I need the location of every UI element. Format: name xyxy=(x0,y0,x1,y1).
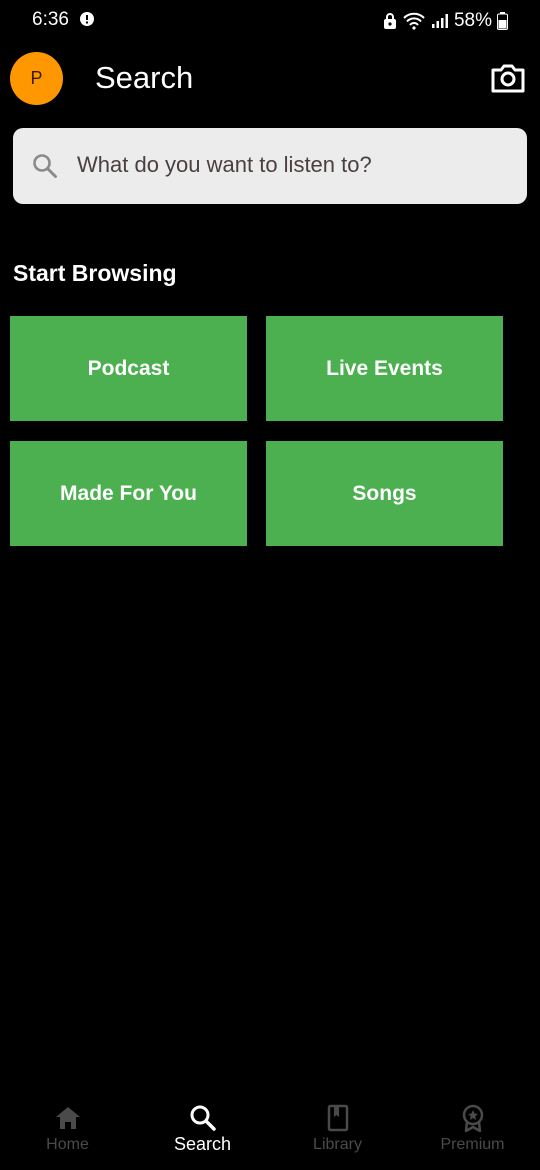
signal-icon xyxy=(431,14,448,28)
nav-label: Premium xyxy=(440,1136,505,1153)
category-tile-made-for-you[interactable]: Made For You xyxy=(10,441,247,546)
category-tile-podcast[interactable]: Podcast xyxy=(10,316,247,421)
avatar-initial: P xyxy=(30,68,43,88)
bottom-nav: Home Search Library Premium xyxy=(0,1090,540,1170)
nav-item-search[interactable]: Search xyxy=(135,1090,270,1170)
nav-label: Library xyxy=(313,1136,362,1153)
category-label: Live Events xyxy=(326,356,443,380)
category-label: Songs xyxy=(352,481,417,505)
premium-icon xyxy=(462,1104,483,1132)
category-tile-live-events[interactable]: Live Events xyxy=(266,316,503,421)
search-icon xyxy=(190,1105,216,1131)
search-icon xyxy=(33,154,57,178)
status-icons: 58% xyxy=(383,9,508,33)
page-title: Search xyxy=(95,60,194,95)
category-label: Made For You xyxy=(60,481,197,505)
library-icon xyxy=(327,1104,348,1132)
nav-item-library[interactable]: Library xyxy=(270,1090,405,1170)
search-placeholder: What do you want to listen to? xyxy=(77,152,372,177)
category-tile-songs[interactable]: Songs xyxy=(266,441,503,546)
status-bar: 6:36 58% xyxy=(0,0,540,44)
home-icon xyxy=(55,1107,80,1129)
nav-label: Home xyxy=(46,1136,89,1153)
nav-item-premium[interactable]: Premium xyxy=(405,1090,540,1170)
lock-icon xyxy=(383,12,396,29)
category-label: Podcast xyxy=(87,356,170,380)
battery-percent: 58% xyxy=(453,10,492,31)
battery-icon xyxy=(497,12,508,30)
header: P Search xyxy=(0,50,540,108)
camera-icon[interactable] xyxy=(490,60,526,96)
nav-label: Search xyxy=(173,1134,232,1154)
nav-item-home[interactable]: Home xyxy=(0,1090,135,1170)
wifi-icon xyxy=(403,12,425,30)
search-input[interactable]: What do you want to listen to? xyxy=(13,128,527,204)
alert-icon xyxy=(80,12,94,26)
section-heading: Start Browsing xyxy=(13,260,177,286)
avatar[interactable]: P xyxy=(10,52,63,105)
status-time: 6:36 xyxy=(32,9,69,30)
